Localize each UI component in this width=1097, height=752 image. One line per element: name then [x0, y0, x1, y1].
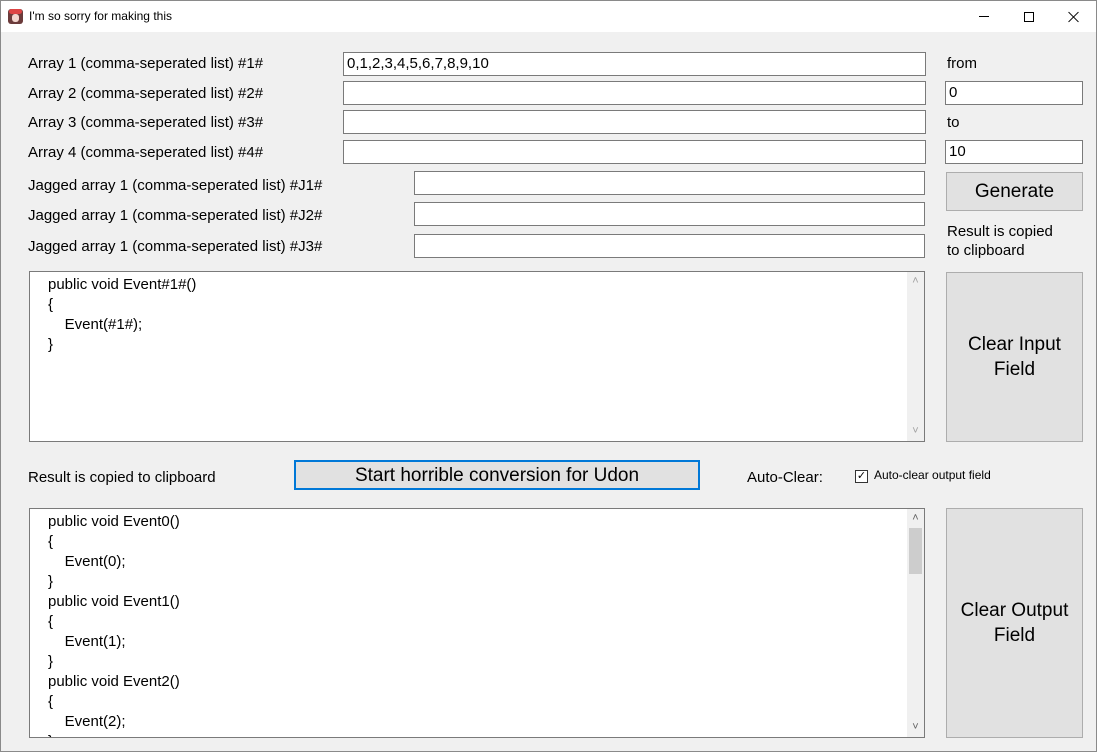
array2-label: Array 2 (comma-seperated list) #2# [28, 85, 264, 102]
array2-input[interactable] [343, 81, 926, 105]
from-input[interactable]: 0 [945, 81, 1083, 105]
jagged1-input[interactable] [414, 171, 925, 195]
scroll-down-icon[interactable]: ˅ [910, 426, 921, 437]
convert-button[interactable]: Start horrible conversion for Udon [294, 460, 700, 490]
jagged2-input[interactable] [414, 202, 925, 226]
maximize-button[interactable] [1006, 1, 1052, 32]
jagged1-label: Jagged array 1 (comma-seperated list) #J… [28, 177, 323, 194]
jagged3-label: Jagged array 1 (comma-seperated list) #J… [28, 238, 323, 255]
array4-label: Array 4 (comma-seperated list) #4# [28, 144, 264, 161]
auto-clear-label: Auto-Clear: [747, 469, 823, 486]
scroll-down-icon[interactable]: ˅ [910, 722, 921, 733]
app-window: I'm so sorry for making this Array 1 (co… [0, 0, 1097, 752]
clear-input-button[interactable]: Clear Input Field [946, 272, 1083, 442]
to-label: to [947, 114, 960, 131]
array3-input[interactable] [343, 110, 926, 134]
maximize-icon [1024, 11, 1034, 22]
close-button[interactable] [1051, 1, 1097, 32]
result-note: Result is copied to clipboard [28, 469, 216, 486]
from-label: from [947, 55, 977, 72]
clear-output-button[interactable]: Clear Output Field [946, 508, 1083, 738]
window-title: I'm so sorry for making this [29, 9, 172, 23]
jagged3-input[interactable] [414, 234, 925, 258]
app-icon [8, 9, 23, 24]
auto-clear-checkbox-label[interactable]: Auto-clear output field [874, 468, 991, 482]
minimize-button[interactable] [961, 1, 1007, 32]
output-code: public void Event0() { Event(0); } publi… [48, 513, 180, 737]
scroll-up-icon[interactable]: ˄ [910, 513, 921, 524]
input-scrollbar[interactable]: ˄ ˅ [907, 272, 924, 441]
input-code: public void Event#1#() { Event(#1#); } [48, 276, 197, 353]
to-input[interactable]: 10 [945, 140, 1083, 164]
array1-input[interactable]: 0,1,2,3,4,5,6,7,8,9,10 [343, 52, 926, 76]
minimize-icon [979, 16, 989, 17]
array4-input[interactable] [343, 140, 926, 164]
array3-label: Array 3 (comma-seperated list) #3# [28, 114, 264, 131]
scroll-up-icon[interactable]: ˄ [910, 276, 921, 287]
title-bar[interactable]: I'm so sorry for making this [1, 1, 1096, 32]
close-icon [1068, 11, 1080, 23]
output-textarea[interactable]: public void Event0() { Event(0); } publi… [29, 508, 925, 738]
scroll-thumb[interactable] [909, 528, 922, 574]
generate-note: Result is copied to clipboard [947, 223, 1053, 259]
array1-label: Array 1 (comma-seperated list) #1# [28, 55, 264, 72]
generate-button[interactable]: Generate [946, 172, 1083, 211]
input-textarea[interactable]: public void Event#1#() { Event(#1#); } ˄… [29, 271, 925, 442]
jagged2-label: Jagged array 1 (comma-seperated list) #J… [28, 207, 323, 224]
auto-clear-checkbox[interactable]: ✓ [855, 470, 868, 483]
output-scrollbar[interactable]: ˄ ˅ [907, 509, 924, 737]
